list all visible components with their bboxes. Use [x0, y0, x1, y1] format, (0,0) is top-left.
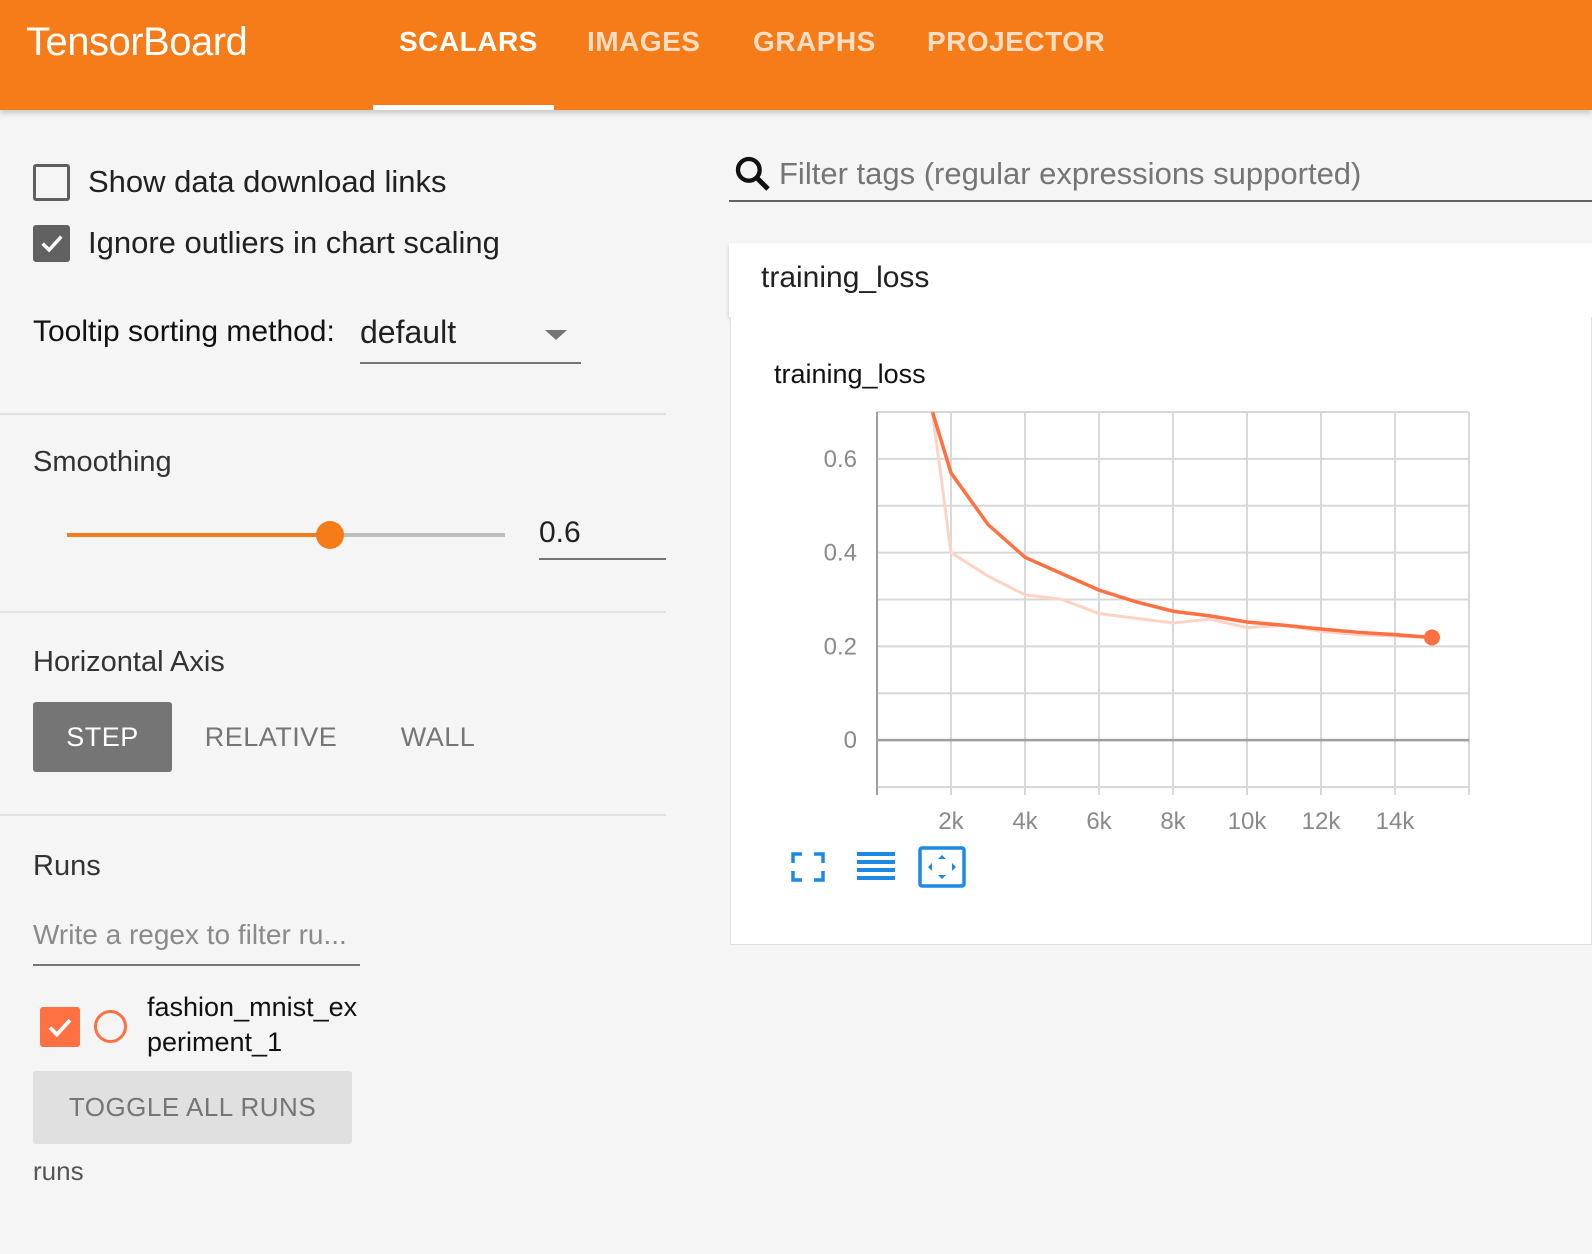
raw-series-line	[931, 412, 1433, 639]
tag-filter-field[interactable]	[729, 150, 1592, 202]
x-tick-label: 6k	[1086, 808, 1112, 835]
x-tick-label: 8k	[1160, 808, 1186, 835]
smoothing-title: Smoothing	[33, 446, 172, 478]
runs-filter-input[interactable]	[33, 910, 360, 960]
ignore-outliers-checkbox[interactable]	[33, 224, 70, 262]
y-tick-label: 0.6	[824, 446, 857, 473]
top-app-bar: TensorBoard SCALARS IMAGES GRAPHS PROJEC…	[0, 0, 1592, 110]
tooltip-sorting-value: default	[360, 314, 457, 350]
scalar-chart-card: training_loss 2k 4k 6k 8k 10k 12k 14k 0 0.2 0.4 0.…	[730, 317, 1592, 945]
runs-directory-label: runs	[33, 1156, 84, 1186]
axis-step-button[interactable]: STEP	[33, 702, 172, 772]
smoothing-slider-handle[interactable]	[315, 521, 344, 549]
x-tick-label: 12k	[1302, 808, 1342, 835]
show-download-links-option[interactable]: Show data download links	[33, 162, 446, 202]
tooltip-sorting-label: Tooltip sorting method:	[33, 315, 335, 348]
toggle-all-runs-button[interactable]: TOGGLE ALL RUNS	[33, 1071, 352, 1144]
runs-filter-field[interactable]	[33, 910, 360, 966]
category-title: training_loss	[761, 261, 930, 294]
run-checkbox[interactable]	[40, 1007, 80, 1047]
tab-graphs[interactable]: GRAPHS	[753, 26, 876, 58]
tab-projector[interactable]: PROJECTOR	[927, 26, 1105, 58]
main-content: training_loss training_loss 2k4k6k8k10k1…	[666, 110, 1592, 1254]
last-point-marker	[1424, 629, 1440, 646]
dropdown-arrow-icon	[545, 330, 567, 340]
smoothing-value-input[interactable]: 0.6	[539, 512, 666, 560]
checkmark-icon	[48, 1018, 72, 1038]
tooltip-sorting-dropdown[interactable]: default	[360, 308, 581, 364]
y-tick-label: 0	[844, 727, 857, 754]
search-icon	[735, 156, 770, 191]
app-title: TensorBoard	[26, 20, 248, 64]
axis-relative-button[interactable]: RELATIVE	[196, 702, 346, 772]
category-header[interactable]: training_loss	[729, 243, 1592, 317]
sidebar: Show data download links Ignore outliers…	[0, 110, 666, 1254]
checkmark-icon	[40, 235, 63, 253]
divider	[0, 611, 666, 613]
run-color-indicator	[94, 1010, 127, 1043]
show-download-links-label: Show data download links	[88, 164, 447, 199]
horizontal-axis-title: Horizontal Axis	[33, 646, 225, 678]
smoothed-series-line	[930, 412, 1433, 640]
y-tick-label: 0.4	[824, 540, 857, 567]
axis-wall-button[interactable]: WALL	[380, 702, 496, 772]
smoothing-slider-fill	[67, 533, 330, 537]
x-tick-label: 2k	[938, 808, 964, 835]
runs-title: Runs	[33, 850, 101, 882]
tab-scalars[interactable]: SCALARS	[399, 26, 538, 58]
tab-images[interactable]: IMAGES	[587, 26, 700, 58]
ignore-outliers-option[interactable]: Ignore outliers in chart scaling	[33, 223, 500, 263]
y-tick-label: 0.2	[824, 633, 857, 660]
divider	[0, 814, 666, 816]
fit-domain-icon[interactable]	[917, 845, 967, 889]
x-tick-label: 4k	[1012, 808, 1038, 835]
run-name: fashion_mnist_experiment_1	[147, 992, 358, 1057]
divider	[0, 413, 666, 415]
x-tick-label: 10k	[1228, 808, 1268, 835]
tag-filter-input[interactable]	[779, 150, 1579, 198]
ignore-outliers-label: Ignore outliers in chart scaling	[88, 225, 500, 260]
data-table-icon[interactable]	[851, 845, 901, 889]
fullscreen-icon[interactable]	[783, 845, 833, 889]
show-download-links-checkbox[interactable]	[33, 163, 70, 201]
x-tick-label: 14k	[1376, 808, 1416, 835]
